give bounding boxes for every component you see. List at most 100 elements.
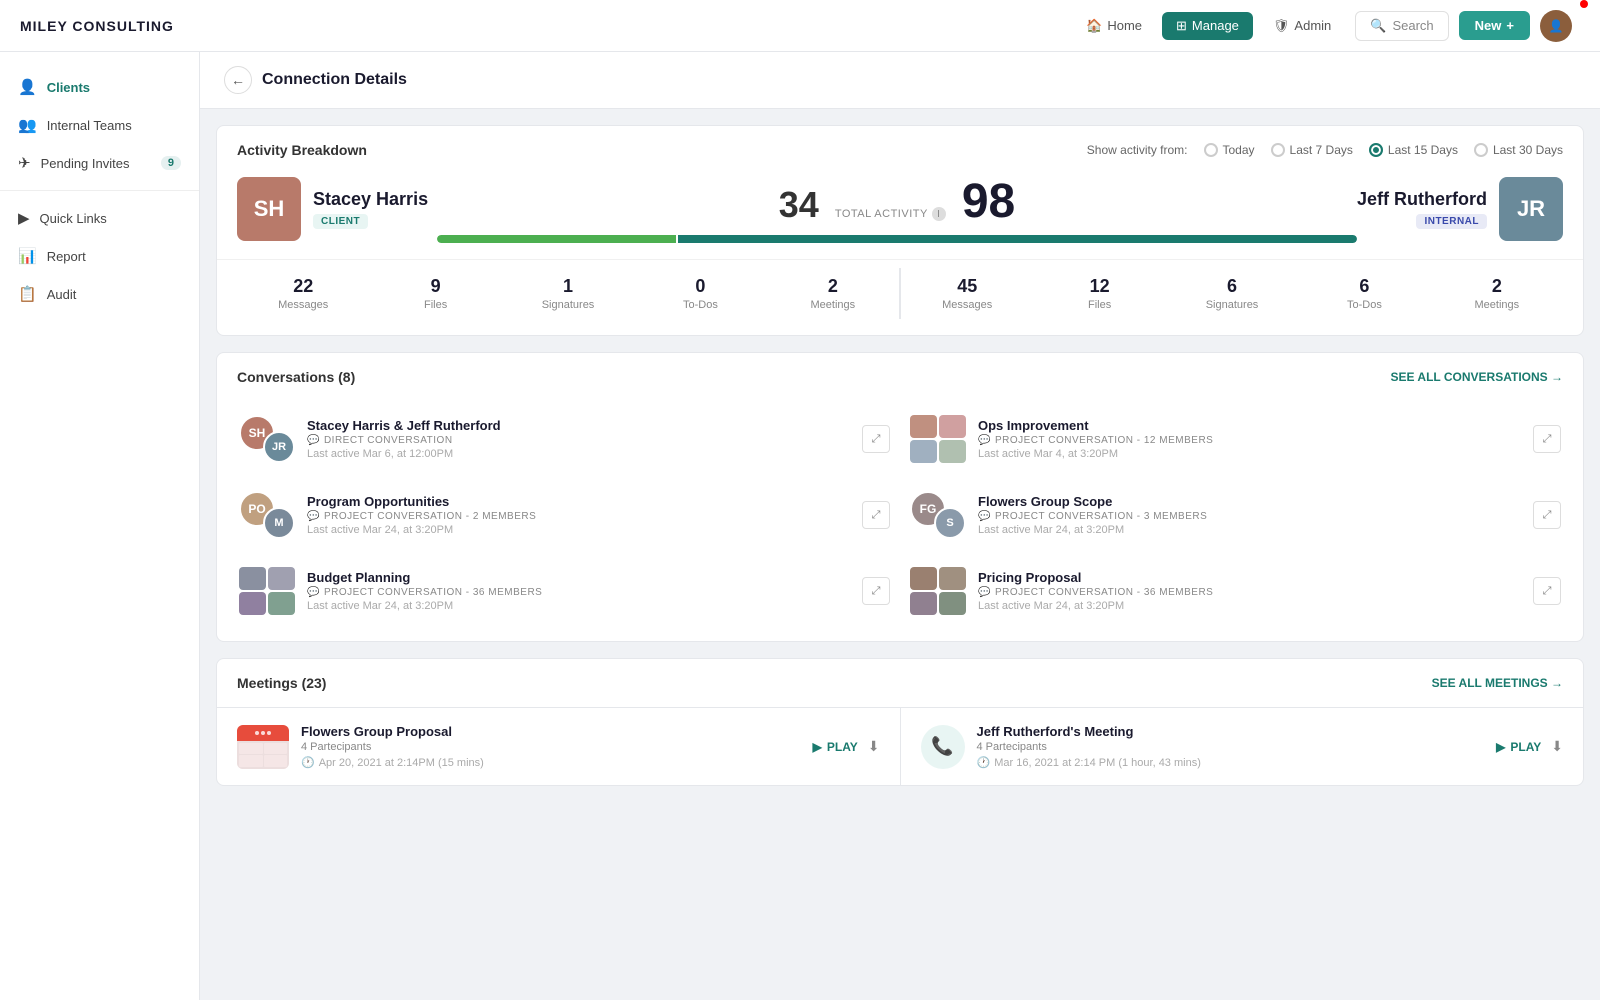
- show-from-label: Show activity from:: [1087, 143, 1188, 157]
- meeting-thumb-0: [237, 725, 289, 769]
- sidebar-item-report[interactable]: 📊 Report: [0, 237, 199, 275]
- total-label-wrap: TOTAL ACTIVITY i: [835, 207, 946, 221]
- filter-today[interactable]: Today: [1204, 143, 1255, 157]
- admin-icon: 🛡: [1273, 18, 1290, 34]
- meeting-info-0: Flowers Group Proposal 4 Partecipants 🕐 …: [301, 724, 801, 769]
- meetings-section: Meetings (23) SEE ALL MEETINGS →: [216, 658, 1584, 786]
- filter-radio-last7: [1271, 143, 1285, 157]
- play-button-0[interactable]: ▶ PLAY: [813, 740, 858, 754]
- sidebar-item-quick-links[interactable]: ▶ Quick Links: [0, 199, 199, 237]
- see-all-conversations[interactable]: SEE ALL CONVERSATIONS →: [1391, 370, 1563, 384]
- person-left-info: Stacey Harris CLIENT: [313, 189, 428, 229]
- person-right: Jeff Rutherford INTERNAL JR: [1357, 177, 1563, 241]
- meeting-participants-0: 4 Partecipants: [301, 741, 801, 753]
- chat-icon-2: 💬: [307, 511, 320, 522]
- activity-breakdown-card: Activity Breakdown Show activity from: T…: [216, 125, 1584, 336]
- activity-filters: Show activity from: Today Last 7 Days La…: [1087, 143, 1563, 157]
- stat-left-todos: 0 To-Dos: [634, 268, 766, 319]
- person-right-name: Jeff Rutherford: [1357, 189, 1487, 210]
- activity-header: Activity Breakdown Show activity from: T…: [217, 126, 1583, 158]
- conv-grid-av-4-0: [239, 567, 266, 590]
- nav-admin[interactable]: 🛡 Admin: [1259, 12, 1345, 40]
- dot3: [267, 731, 271, 735]
- meeting-item-0: Flowers Group Proposal 4 Partecipants 🕐 …: [217, 708, 900, 785]
- meeting-time-0: 🕐 Apr 20, 2021 at 2:14PM (15 mins): [301, 756, 801, 769]
- sidebar-item-audit[interactable]: 📋 Audit: [0, 275, 199, 313]
- conv-grid-av-1-1: [939, 415, 966, 438]
- layout: 👤 Clients 👥 Internal Teams ✈ Pending Inv…: [0, 52, 1600, 1000]
- conv-avatars-0: SH JR: [239, 415, 295, 463]
- stat-right-todos: 6 To-Dos: [1298, 268, 1430, 319]
- conv-name-0: Stacey Harris & Jeff Rutherford: [307, 418, 850, 433]
- internal-teams-icon: 👥: [18, 116, 37, 134]
- conv-name-5: Pricing Proposal: [978, 570, 1521, 585]
- filter-last15[interactable]: Last 15 Days: [1369, 143, 1458, 157]
- conv-expand-5[interactable]: ⤢: [1533, 577, 1561, 605]
- sidebar-item-internal-teams[interactable]: 👥 Internal Teams: [0, 106, 199, 144]
- conversations-grid: SH JR Stacey Harris & Jeff Rutherford 💬 …: [217, 401, 1583, 641]
- conv-expand-0[interactable]: ⤢: [862, 425, 890, 453]
- conv-type-2: 💬 PROJECT CONVERSATION - 2 MEMBERS: [307, 511, 850, 522]
- totals-numbers: 34 TOTAL ACTIVITY i 98: [779, 174, 1015, 229]
- conversation-item-2[interactable]: PO M Program Opportunities 💬 PROJECT CON…: [229, 477, 900, 553]
- see-all-meetings[interactable]: SEE ALL MEETINGS →: [1432, 676, 1563, 690]
- conversation-item-3[interactable]: FG S Flowers Group Scope 💬 PROJECT CONVE…: [900, 477, 1571, 553]
- stat-right-files: 12 Files: [1033, 268, 1165, 319]
- user-avatar[interactable]: 👤: [1540, 10, 1572, 42]
- conv-grid-av-4-2: [239, 592, 266, 615]
- stat-left-messages: 22 Messages: [237, 268, 369, 319]
- topnav: MILEY CONSULTING 🏠 Home ⊞ Manage 🛡 Admin…: [0, 0, 1600, 52]
- conversation-item-5[interactable]: Pricing Proposal 💬 PROJECT CONVERSATION …: [900, 553, 1571, 629]
- activity-body: SH Stacey Harris CLIENT 34 TOTAL ACTIVIT…: [217, 158, 1583, 259]
- filter-radio-last15: [1369, 143, 1383, 157]
- stat-left-meetings: 2 Meetings: [767, 268, 899, 319]
- conversation-item-1[interactable]: Ops Improvement 💬 PROJECT CONVERSATION -…: [900, 401, 1571, 477]
- total-right: 98: [962, 174, 1015, 229]
- main-content: ← Connection Details Activity Breakdown …: [200, 52, 1600, 1000]
- conv-expand-2[interactable]: ⤢: [862, 501, 890, 529]
- conversation-item-0[interactable]: SH JR Stacey Harris & Jeff Rutherford 💬 …: [229, 401, 900, 477]
- download-button-0[interactable]: ⬇: [868, 738, 880, 755]
- search-button[interactable]: 🔍 Search: [1355, 11, 1448, 41]
- conv-grid-av-5-0: [910, 567, 937, 590]
- back-button[interactable]: ←: [224, 66, 252, 94]
- conv-expand-1[interactable]: ⤢: [1533, 425, 1561, 453]
- meeting-participants-1: 4 Partecipants: [977, 741, 1485, 753]
- dot1: [255, 731, 259, 735]
- conversation-item-4[interactable]: Budget Planning 💬 PROJECT CONVERSATION -…: [229, 553, 900, 629]
- filter-last30[interactable]: Last 30 Days: [1474, 143, 1563, 157]
- thumb-cell-1: [264, 743, 288, 755]
- meetings-body: Flowers Group Proposal 4 Partecipants 🕐 …: [216, 707, 1584, 786]
- filter-radio-today: [1204, 143, 1218, 157]
- person-left-avatar: SH: [237, 177, 301, 241]
- download-button-1[interactable]: ⬇: [1551, 738, 1563, 755]
- stat-right-messages: 45 Messages: [901, 268, 1033, 319]
- nav-home[interactable]: 🏠 Home: [1072, 12, 1156, 40]
- conv-avatars-4: [239, 567, 295, 615]
- conv-expand-3[interactable]: ⤢: [1533, 501, 1561, 529]
- sidebar: 👤 Clients 👥 Internal Teams ✈ Pending Inv…: [0, 52, 200, 1000]
- sidebar-item-clients[interactable]: 👤 Clients: [0, 68, 199, 106]
- conv-type-4: 💬 PROJECT CONVERSATION - 36 MEMBERS: [307, 587, 850, 598]
- conv-grid-av-1-2: [910, 440, 937, 463]
- conv-avatars-3: FG S: [910, 491, 966, 539]
- conv-avatars-2: PO M: [239, 491, 295, 539]
- conv-grid-av-5-3: [939, 592, 966, 615]
- conv-type-5: 💬 PROJECT CONVERSATION - 36 MEMBERS: [978, 587, 1521, 598]
- play-button-1[interactable]: ▶ PLAY: [1496, 740, 1541, 754]
- meeting-thumb-body-0: [237, 741, 289, 769]
- clock-icon-0: 🕐: [301, 756, 315, 769]
- conv-expand-4[interactable]: ⤢: [862, 577, 890, 605]
- dot2: [261, 731, 265, 735]
- total-label: TOTAL ACTIVITY i: [835, 207, 946, 221]
- user-avatar-wrap: 👤: [1530, 10, 1580, 42]
- nav-manage[interactable]: ⊞ Manage: [1162, 12, 1253, 40]
- conv-grid-av-1-3: [939, 440, 966, 463]
- stat-left-signatures: 1 Signatures: [502, 268, 634, 319]
- new-button[interactable]: New +: [1459, 11, 1530, 40]
- conv-active-3: Last active Mar 24, at 3:20PM: [978, 524, 1521, 536]
- sidebar-item-pending-invites[interactable]: ✈ Pending Invites 9: [0, 144, 199, 182]
- filter-last7[interactable]: Last 7 Days: [1271, 143, 1353, 157]
- meeting-name-1: Jeff Rutherford's Meeting: [977, 724, 1485, 739]
- progress-bars: [437, 235, 1357, 243]
